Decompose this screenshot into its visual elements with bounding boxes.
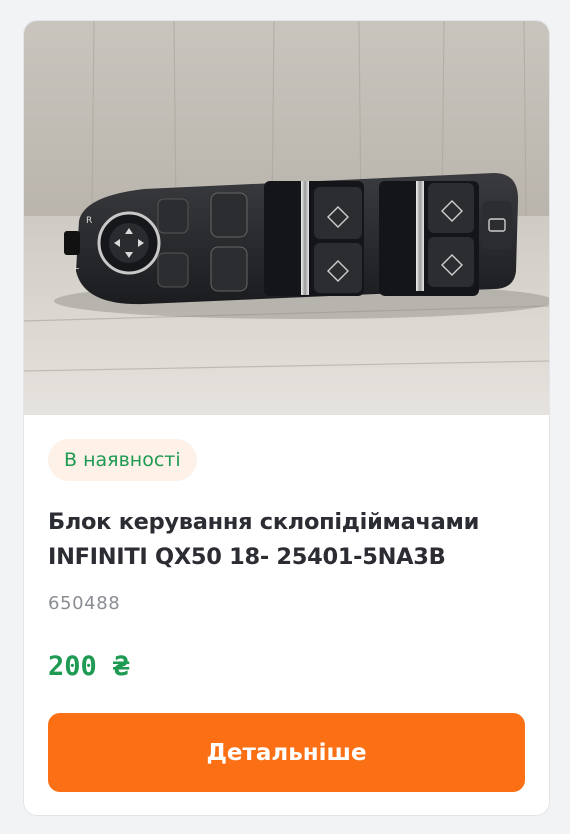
product-image[interactable]: L R — [24, 21, 549, 415]
product-price: 200 ₴ — [48, 651, 130, 682]
photo-label-right: R — [86, 216, 92, 226]
product-sku: 650488 — [48, 593, 121, 614]
details-button[interactable]: Детальніше — [48, 713, 525, 792]
product-card: L R В наявності Блок керування склопідій… — [23, 20, 550, 816]
product-title[interactable]: Блок керування склопідіймачами INFINITI … — [48, 505, 538, 575]
photo-label-left: L — [74, 262, 79, 272]
availability-badge: В наявності — [48, 439, 197, 481]
